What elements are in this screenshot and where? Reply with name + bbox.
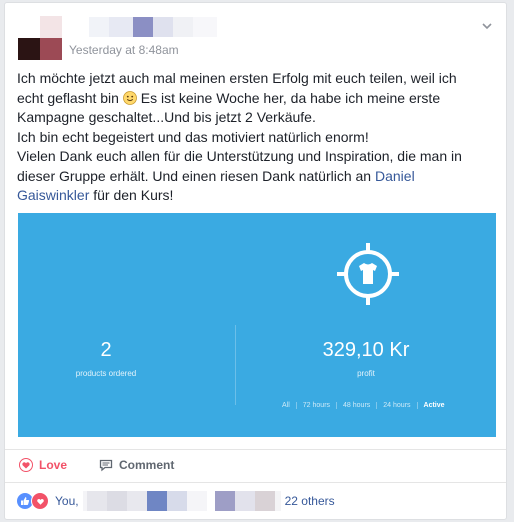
post-line: Ich bin echt begeistert und das motivier…: [17, 128, 369, 145]
post-line: dieser Gruppe erhält. Und einen riesen D…: [17, 167, 495, 187]
post-card: Yesterday at 8:48am Ich möchte jetzt auc…: [4, 2, 507, 520]
filter-48-hours[interactable]: 48 hours: [336, 402, 376, 409]
stats-divider: [235, 325, 236, 405]
heart-icon: [19, 458, 33, 472]
filter-active[interactable]: Active: [416, 402, 451, 409]
post-line: echt geflasht bin Es ist keine Woche her…: [17, 89, 495, 109]
filter-24-hours[interactable]: 24 hours: [376, 402, 416, 409]
post-line: Ich möchte jetzt auch mal meinen ersten …: [17, 70, 457, 86]
love-button[interactable]: Love: [19, 458, 67, 472]
post-text-fragment: dieser Gruppe erhält. Und einen riesen D…: [17, 167, 372, 184]
stats-image[interactable]: 2 products ordered 329,10 Kr profit All …: [18, 213, 496, 437]
comment-button-label: Comment: [119, 458, 175, 472]
chevron-down-icon[interactable]: [480, 19, 494, 33]
post-timestamp[interactable]: Yesterday at 8:48am: [69, 43, 179, 57]
reactors-you[interactable]: You,: [55, 494, 79, 508]
profit-label: profit: [357, 369, 375, 378]
post-text-fragment: für den Kurs!: [93, 187, 174, 203]
products-ordered-value: 2: [100, 339, 112, 361]
post-text-fragment: echt geflasht bin: [17, 89, 119, 106]
reactor-names-redacted: [82, 491, 281, 511]
target-shirt-icon: [337, 243, 399, 305]
post-body: Ich möchte jetzt auch mal meinen ersten …: [17, 69, 495, 206]
love-button-label: Love: [39, 458, 68, 472]
post-line: Gaiswinkler für den Kurs!: [17, 186, 495, 206]
comment-icon: [99, 459, 113, 472]
reactions-summary[interactable]: You, 22 others: [17, 491, 335, 511]
time-filter-bar: All 72 hours 48 hours 24 hours Active: [276, 402, 451, 409]
products-ordered-label: products ordered: [75, 369, 137, 378]
post-line: Kampagne geschaltet...Und bis jetzt 2 Ve…: [17, 109, 316, 125]
filter-all[interactable]: All: [276, 402, 296, 409]
comment-button[interactable]: Comment: [99, 458, 174, 472]
profit-value: 329,10 Kr: [322, 339, 410, 361]
smiley-emoji-icon: [122, 90, 137, 105]
filter-72-hours[interactable]: 72 hours: [295, 402, 336, 409]
love-reaction-icon: [31, 492, 49, 510]
author-name-redacted[interactable]: [69, 17, 217, 37]
post-line: Vielen Dank euch allen für die Unterstüt…: [17, 148, 462, 164]
post-action-bar: Love Comment: [5, 449, 506, 483]
reactors-others-link[interactable]: 22 others: [285, 494, 335, 508]
mention-link-first[interactable]: Daniel: [375, 168, 415, 184]
post-text-fragment: Es ist keine Woche her, da habe ich mein…: [140, 89, 441, 106]
avatar[interactable]: [18, 16, 62, 60]
mention-link-last[interactable]: Gaiswinkler: [17, 187, 89, 203]
